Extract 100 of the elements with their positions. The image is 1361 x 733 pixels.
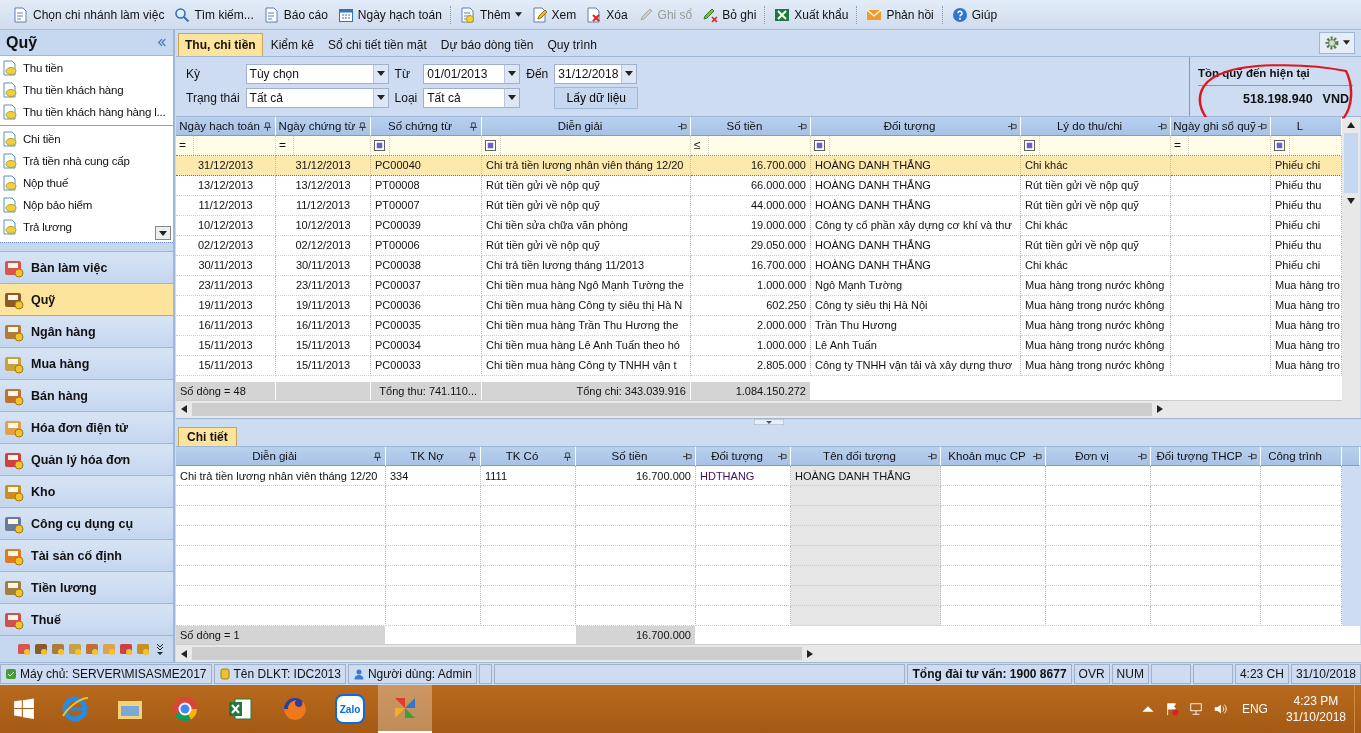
scroll-right-icon[interactable]	[807, 649, 813, 658]
column-header[interactable]: Ngày hạch toán	[176, 116, 276, 136]
module-item[interactable]: Bán hàng	[0, 380, 173, 412]
module-item[interactable]: Công cụ dụng cụ	[0, 508, 173, 540]
task-item[interactable]: Nộp thuế	[0, 172, 173, 194]
task-item[interactable]: Thu tiền	[0, 57, 173, 79]
module-item[interactable]: Ngân hàng	[0, 316, 173, 348]
table-row[interactable]: 13/12/2013 13/12/2013 PT00008 Rút tiền gửi về nộp quỹ 66.000.000 HOÀNG DANH THẮNG Rút tiền gửi về nộp quỹ Phiếu thu	[176, 175, 1342, 196]
table-row[interactable]: 31/12/2013 31/12/2013 PC00040 Chi trả tiền lương nhân viên tháng 12/20 16.700.000 HOÀNG DANH THẮNG Chi khác Phiếu chi	[176, 155, 1342, 176]
column-header[interactable]: Ngày chứng từ	[276, 116, 371, 136]
pin-icon[interactable]	[683, 452, 692, 461]
type-dropdown[interactable]: Tất cả	[423, 87, 521, 108]
scroll-left-icon[interactable]	[181, 649, 187, 658]
module-item[interactable]: Hóa đơn điện tử	[0, 412, 173, 444]
column-header[interactable]: Số tiền	[691, 116, 811, 136]
column-header[interactable]: Đơn vị	[1046, 447, 1151, 466]
table-row[interactable]: 30/11/2013 30/11/2013 PC00038 Chi trả tiền lương tháng 11/2013 16.700.000 HOÀNG DANH THẮNG Chi khác Phiếu chi	[176, 255, 1342, 276]
column-header[interactable]: TK Có	[481, 447, 576, 466]
horizontal-scrollbar[interactable]	[176, 644, 1361, 662]
column-header[interactable]: Diễn giải	[176, 447, 386, 466]
pin-icon[interactable]	[798, 121, 807, 131]
toolbar-button[interactable]: Giúp	[946, 4, 1003, 25]
filter-operator[interactable]: =	[1174, 138, 1184, 152]
tab[interactable]: Thu, chi tiền	[178, 32, 263, 56]
column-header[interactable]: Đối tượng	[811, 116, 1021, 136]
language-indicator[interactable]: ENG	[1241, 702, 1268, 716]
filter-operator-icon[interactable]	[1274, 139, 1285, 151]
table-row[interactable]: 11/12/2013 11/12/2013 PT00007 Rút tiền gửi về nộp quỹ 44.000.000 HOÀNG DANH THẮNG Rút tiền gửi về nộp quỹ Phiếu thu	[176, 195, 1342, 216]
pin-icon[interactable]	[778, 452, 787, 461]
toolbar-button[interactable]: Ngày hạch toán	[332, 4, 447, 25]
module-item[interactable]: Tài sản cố định	[0, 540, 173, 572]
module-item[interactable]: Mua hàng	[0, 348, 173, 380]
toolbar-button[interactable]: Bỏ ghi	[697, 4, 762, 25]
tab[interactable]: Kiểm kê	[264, 33, 321, 56]
collapse-icon[interactable]	[157, 38, 167, 47]
module-item[interactable]: Quản lý hóa đơn	[0, 444, 173, 476]
pin-icon[interactable]	[373, 452, 382, 461]
column-header[interactable]: Số tiền	[576, 447, 696, 466]
network-icon[interactable]	[1188, 702, 1203, 716]
toolbar-button[interactable]: Phản hồi	[861, 4, 939, 25]
taskbar-app[interactable]: Zalo	[323, 685, 377, 733]
filter-operator[interactable]: =	[179, 138, 189, 152]
toolbar-button[interactable]: Xem	[526, 4, 582, 25]
scroll-thumb[interactable]	[192, 402, 1152, 416]
task-item[interactable]: Nộp bảo hiểm	[0, 194, 173, 216]
vertical-scrollbar[interactable]	[1342, 116, 1360, 418]
pin-icon[interactable]	[678, 121, 687, 131]
module-item[interactable]: Bàn làm việc	[0, 252, 173, 284]
pin-icon[interactable]	[1258, 121, 1267, 131]
table-row[interactable]: 23/11/2013 23/11/2013 PC00037 Chi tiền mua hàng Ngô Mạnh Tường the 1.000.000 Ngô Mạnh Tường Mua hàng trong nước không Mua hàng tro	[176, 275, 1342, 296]
date-field[interactable]: 01/01/2013	[423, 63, 521, 84]
pin-icon[interactable]	[1158, 121, 1167, 131]
table-row[interactable]: 15/11/2013 15/11/2013 PC00033 Chi tiền mua hàng Công ty TNHH vận t 2.805.000 Công ty TNHH vận tải và xây dựng thươ Mua hàng trong nước không Mua hàng tro	[176, 355, 1342, 376]
filter-operator[interactable]: ≤	[694, 138, 704, 152]
task-item[interactable]: Thu tiền khách hàng hàng l...	[0, 101, 173, 123]
task-item[interactable]: Trả lương	[0, 216, 173, 238]
settings-button[interactable]	[1319, 31, 1355, 54]
column-header[interactable]: TK Nợ	[386, 447, 481, 466]
tab[interactable]: Sổ chi tiết tiền mặt	[322, 33, 433, 56]
column-header[interactable]: Đối tượng	[696, 447, 791, 466]
filter-operator-icon[interactable]	[374, 139, 385, 151]
column-header[interactable]: Tên đối tượng	[791, 447, 941, 466]
pin-icon[interactable]	[469, 121, 478, 131]
table-row[interactable]: 15/11/2013 15/11/2013 PC00034 Chi tiền mua hàng Lê Anh Tuấn theo hó 1.000.000 Lê Anh Tuấn Mua hàng trong nước không Mua hàng tro	[176, 335, 1342, 356]
column-header[interactable]: Khoản mục CP	[941, 447, 1046, 466]
pin-icon[interactable]	[468, 452, 477, 461]
column-header[interactable]: L	[1271, 116, 1342, 136]
tab[interactable]: Quy trình	[541, 33, 603, 56]
module-item[interactable]: Kho	[0, 476, 173, 508]
filter-operator-icon[interactable]	[814, 139, 825, 151]
filter-operator-icon[interactable]	[485, 139, 496, 151]
toolbar-button[interactable]: Tìm kiếm...	[169, 4, 259, 25]
module-shortcut-icon[interactable]	[85, 642, 99, 656]
toolbar-button[interactable]: Báo cáo	[258, 4, 333, 25]
toolbar-button[interactable]: Chọn chi nhánh làm việc	[8, 4, 170, 25]
column-header[interactable]: Ngày ghi sổ quỹ	[1171, 116, 1271, 136]
pin-icon[interactable]	[1138, 452, 1147, 461]
clock[interactable]: 4:23 PM 31/10/2018	[1285, 693, 1346, 725]
column-header[interactable]: Số chứng từ	[371, 116, 482, 136]
task-item[interactable]: Thu tiền khách hàng	[0, 79, 173, 101]
module-shortcut-icon[interactable]	[34, 642, 48, 656]
pin-icon[interactable]	[358, 121, 367, 131]
column-header[interactable]: Đối tượng THCP	[1151, 447, 1261, 466]
table-row[interactable]: 10/12/2013 10/12/2013 PC00039 Chi tiền sửa chữa văn phòng 19.000.000 Công ty cổ phần xây dựng cơ khí và thư Chi khác Phiếu chi	[176, 215, 1342, 236]
module-shortcut-icon[interactable]	[119, 642, 133, 656]
date-field[interactable]: 31/12/2018	[554, 63, 638, 84]
period-dropdown[interactable]: Tùy chọn	[245, 63, 389, 84]
status-dropdown[interactable]: Tất cả	[245, 87, 389, 108]
toolbar-button[interactable]: Xuất khẩu	[769, 4, 854, 25]
pin-icon[interactable]	[1033, 452, 1042, 461]
filter-operator[interactable]: =	[279, 138, 289, 152]
scroll-thumb[interactable]	[192, 647, 802, 660]
table-row[interactable]: 19/11/2013 19/11/2013 PC00036 Chi tiền mua hàng Công ty siêu thị Hà N 602.250 Công ty siêu thị Hà Nội Mua hàng trong nước không Mua hàng tro	[176, 295, 1342, 316]
pin-icon[interactable]	[1008, 121, 1017, 131]
table-row[interactable]: 16/11/2013 16/11/2013 PC00035 Chi tiền mua hàng Trần Thu Hương the 2.000.000 Trần Thu Hương Mua hàng trong nước không Mua hàng tro	[176, 315, 1342, 336]
scroll-up-icon[interactable]	[1347, 121, 1355, 128]
column-header[interactable]: Diễn giải	[482, 116, 691, 136]
tab[interactable]: Chi tiết	[178, 427, 237, 446]
pin-icon[interactable]	[263, 121, 272, 131]
filter-operator-icon[interactable]	[1024, 139, 1035, 151]
